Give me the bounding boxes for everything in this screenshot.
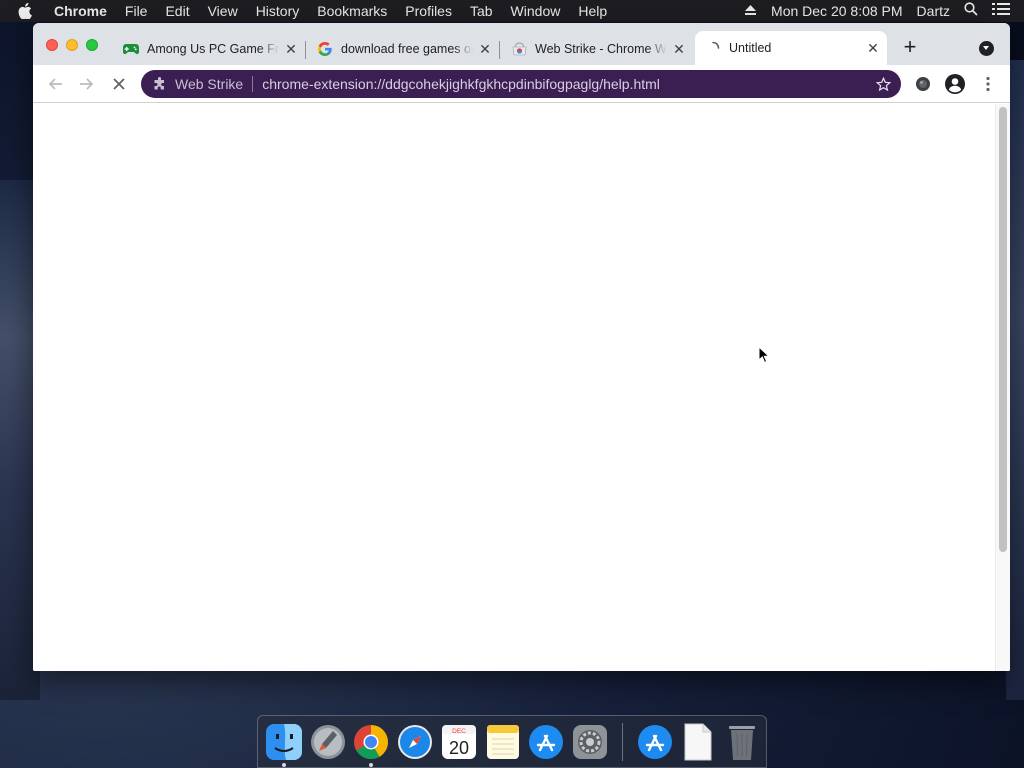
- menubar-user[interactable]: Dartz: [917, 0, 950, 22]
- tab-untitled-active[interactable]: Untitled ✕: [695, 31, 887, 65]
- spotlight-search-icon[interactable]: [964, 0, 978, 22]
- gamepad-icon: [123, 41, 139, 57]
- calendar-month-label: DEC: [452, 728, 466, 735]
- page-content: [33, 104, 1010, 671]
- new-tab-button[interactable]: +: [899, 36, 921, 59]
- menu-tab[interactable]: Tab: [470, 0, 493, 22]
- document-icon[interactable]: [679, 722, 719, 762]
- chrome-icon[interactable]: [351, 722, 391, 767]
- launchpad-icon[interactable]: [308, 722, 348, 762]
- forward-arrow-icon[interactable]: [76, 73, 98, 95]
- tab-close-icon[interactable]: ✕: [671, 41, 687, 57]
- tab-strip: Among Us PC Game Free ✕ download free ga…: [33, 23, 1010, 65]
- dock-separator: [621, 722, 623, 761]
- omnibox-divider: [252, 76, 254, 92]
- trash-icon[interactable]: [722, 722, 762, 762]
- vertical-scrollbar[interactable]: [995, 104, 1010, 671]
- app-store-downloads-icon[interactable]: [635, 722, 675, 762]
- menu-app-name[interactable]: Chrome: [54, 0, 107, 22]
- webstore-icon: [511, 41, 527, 57]
- address-bar[interactable]: Web Strike chrome-extension://ddgcohekji…: [141, 70, 901, 98]
- browser-toolbar: Web Strike chrome-extension://ddgcohekji…: [33, 65, 1010, 103]
- notes-icon[interactable]: [483, 722, 523, 762]
- menu-history[interactable]: History: [256, 0, 300, 22]
- url-text[interactable]: chrome-extension://ddgcohekjighkfgkhcpdi…: [262, 76, 660, 92]
- minimize-window-button[interactable]: [66, 39, 78, 51]
- back-arrow-icon[interactable]: [44, 73, 66, 95]
- tab-close-icon[interactable]: ✕: [283, 41, 299, 57]
- running-indicator: [369, 762, 374, 767]
- extension-puzzle-icon: [153, 77, 167, 91]
- menu-edit[interactable]: Edit: [165, 0, 189, 22]
- tab-google-search[interactable]: download free games on ✕: [307, 33, 499, 65]
- scrollbar-thumb[interactable]: [999, 107, 1007, 552]
- tab-close-icon[interactable]: ✕: [477, 41, 493, 57]
- macos-menubar: Chrome File Edit View History Bookmarks …: [0, 0, 1024, 22]
- apple-menu-icon[interactable]: [18, 3, 40, 19]
- menu-view[interactable]: View: [208, 0, 238, 22]
- tab-title: download free games on: [341, 42, 473, 56]
- mouse-pointer-icon: [758, 345, 771, 369]
- tab-title: Untitled: [729, 41, 772, 55]
- app-store-icon[interactable]: [526, 722, 566, 762]
- loading-spinner-icon: [705, 40, 721, 56]
- more-menu-icon[interactable]: [978, 74, 998, 94]
- calendar-day-label: 20: [449, 738, 469, 758]
- stop-loading-icon[interactable]: [108, 73, 130, 95]
- zoom-window-button[interactable]: [86, 39, 98, 51]
- menu-profiles[interactable]: Profiles: [405, 0, 452, 22]
- eject-icon[interactable]: [744, 0, 757, 22]
- macos-dock: DEC 20: [257, 715, 767, 768]
- menu-window[interactable]: Window: [511, 0, 561, 22]
- finder-icon[interactable]: [264, 722, 304, 767]
- google-icon: [317, 41, 333, 57]
- calendar-icon[interactable]: DEC 20: [439, 722, 479, 762]
- tab-close-icon[interactable]: ✕: [865, 40, 881, 56]
- tab-separator: [305, 41, 306, 59]
- tab-title: Web Strike - Chrome Web: [535, 42, 667, 56]
- safari-icon[interactable]: [395, 722, 435, 762]
- tab-among-us[interactable]: Among Us PC Game Free ✕: [113, 33, 305, 65]
- menubar-clock[interactable]: Mon Dec 20 8:08 PM: [771, 0, 903, 22]
- system-preferences-icon[interactable]: [570, 722, 610, 762]
- running-indicator: [282, 762, 286, 767]
- tab-title: Among Us PC Game Free: [147, 42, 279, 56]
- tab-separator: [499, 41, 500, 59]
- profile-avatar-icon[interactable]: [945, 74, 965, 94]
- menu-help[interactable]: Help: [578, 0, 607, 22]
- bookmark-star-icon[interactable]: [876, 76, 892, 92]
- menu-file[interactable]: File: [125, 0, 148, 22]
- chrome-window: Among Us PC Game Free ✕ download free ga…: [33, 23, 1010, 671]
- extension-chip-label: Web Strike: [175, 76, 244, 92]
- tab-search-icon[interactable]: [979, 41, 994, 56]
- tab-web-strike[interactable]: Web Strike - Chrome Web ✕: [501, 33, 693, 65]
- control-center-icon[interactable]: [992, 0, 1010, 22]
- extension-icon[interactable]: [913, 74, 933, 94]
- close-window-button[interactable]: [46, 39, 58, 51]
- menu-bookmarks[interactable]: Bookmarks: [317, 0, 387, 22]
